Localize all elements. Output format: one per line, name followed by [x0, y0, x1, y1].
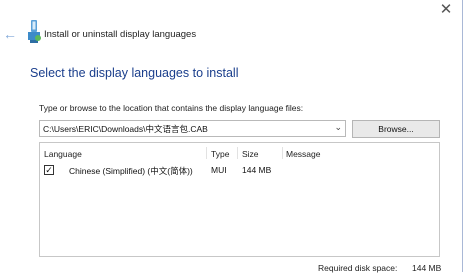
row-language: Chinese (Simplified) (中文(简体)): [69, 166, 193, 176]
column-divider: [206, 147, 207, 159]
back-arrow-icon[interactable]: ←: [3, 27, 17, 41]
language-checkbox[interactable]: ✓: [44, 165, 54, 175]
column-divider: [282, 147, 283, 159]
window-title: Install or uninstall display languages: [44, 29, 197, 40]
title-bar: ✕ ← Install or uninstall display languag…: [0, 0, 462, 56]
column-divider: [237, 147, 238, 159]
dialog-window: ✕ ← Install or uninstall display languag…: [0, 0, 463, 273]
path-label: Type or browse to the location that cont…: [39, 103, 304, 113]
column-header-type[interactable]: Type: [211, 149, 229, 159]
chevron-down-icon[interactable]: ⌄: [334, 122, 342, 133]
column-header-message[interactable]: Message: [286, 149, 321, 159]
browse-button[interactable]: Browse...: [352, 120, 440, 138]
disk-space-value: 144 MB: [412, 263, 442, 273]
row-type: MUI: [211, 165, 227, 175]
column-header-language[interactable]: Language: [44, 149, 82, 159]
language-install-icon: [26, 18, 42, 46]
path-input[interactable]: C:\Users\ERIC\Downloads\中文语言包.CAB: [43, 123, 208, 135]
column-header-size[interactable]: Size: [242, 149, 259, 159]
page-heading: Select the display languages to install: [30, 66, 239, 80]
path-combobox[interactable]: C:\Users\ERIC\Downloads\中文语言包.CAB ⌄: [39, 120, 346, 137]
row-size: 144 MB: [242, 165, 272, 175]
close-icon[interactable]: ✕: [436, 0, 456, 20]
language-list[interactable]: Language Type Size Message ✓ Chinese (Si…: [39, 142, 440, 257]
disk-space-label: Required disk space:: [318, 263, 398, 273]
